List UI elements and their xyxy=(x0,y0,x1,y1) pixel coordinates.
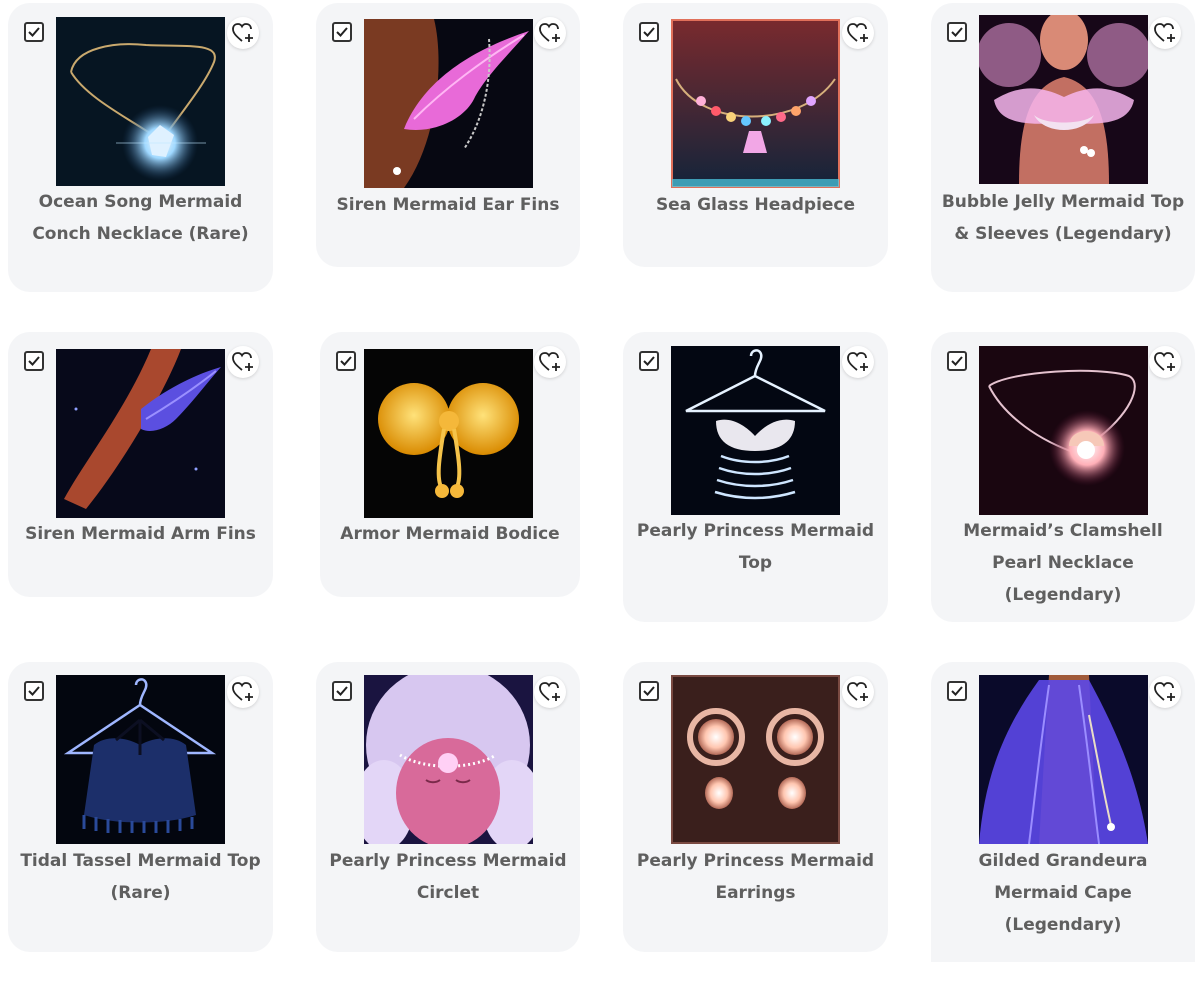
item-title[interactable]: Bubble Jelly Mermaid Top & Sleeves (Lege… xyxy=(941,186,1185,250)
item-title[interactable]: Sea Glass Headpiece xyxy=(633,189,878,221)
item-card[interactable]: Siren Mermaid Ear Fins xyxy=(316,3,580,267)
checkmark-icon xyxy=(951,356,963,366)
item-thumbnail[interactable] xyxy=(671,346,840,515)
pearl-top-on-hanger-image xyxy=(671,346,840,515)
heart-plus-icon xyxy=(539,682,560,701)
item-thumbnail[interactable] xyxy=(979,675,1148,844)
favorite-button[interactable] xyxy=(534,676,566,708)
heart-plus-icon xyxy=(847,682,868,701)
pearl-circlet-image xyxy=(364,675,533,844)
sea-glass-necklace-image xyxy=(671,19,840,188)
item-thumbnail[interactable] xyxy=(56,349,225,518)
item-title[interactable]: Gilded Grandeura Mermaid Cape (Legendary… xyxy=(941,845,1185,941)
item-card[interactable]: Mermaid’s Clamshell Pearl Necklace (Lege… xyxy=(931,332,1195,622)
checkmark-icon xyxy=(643,356,655,366)
checkmark-icon xyxy=(28,686,40,696)
item-thumbnail[interactable] xyxy=(979,346,1148,515)
select-checkbox[interactable] xyxy=(24,681,44,701)
item-title[interactable]: Armor Mermaid Bodice xyxy=(330,518,570,550)
item-title[interactable]: Mermaid’s Clamshell Pearl Necklace (Lege… xyxy=(941,515,1185,611)
item-card[interactable]: Pearly Princess Mermaid Earrings xyxy=(623,662,888,952)
heart-plus-icon xyxy=(539,352,560,371)
select-checkbox[interactable] xyxy=(947,22,967,42)
heart-plus-icon xyxy=(232,682,253,701)
checkmark-icon xyxy=(340,356,352,366)
select-checkbox[interactable] xyxy=(332,681,352,701)
favorite-button[interactable] xyxy=(1149,346,1181,378)
item-title[interactable]: Ocean Song Mermaid Conch Necklace (Rare) xyxy=(18,186,263,250)
checkmark-icon xyxy=(643,686,655,696)
favorite-button[interactable] xyxy=(1149,676,1181,708)
checkmark-icon xyxy=(28,27,40,37)
favorite-button[interactable] xyxy=(534,346,566,378)
item-thumbnail[interactable] xyxy=(56,17,225,186)
checkmark-icon xyxy=(643,27,655,37)
item-title[interactable]: Siren Mermaid Arm Fins xyxy=(18,518,263,550)
select-checkbox[interactable] xyxy=(639,681,659,701)
favorite-button[interactable] xyxy=(534,17,566,49)
heart-plus-icon xyxy=(232,23,253,42)
heart-plus-icon xyxy=(1154,23,1175,42)
favorite-button[interactable] xyxy=(227,17,259,49)
select-checkbox[interactable] xyxy=(639,351,659,371)
item-card[interactable]: Pearly Princess Mermaid Circlet xyxy=(316,662,580,952)
item-title[interactable]: Siren Mermaid Ear Fins xyxy=(326,189,570,221)
favorite-button[interactable] xyxy=(227,676,259,708)
bubble-jelly-top-image xyxy=(979,15,1148,184)
checkmark-icon xyxy=(951,27,963,37)
select-checkbox[interactable] xyxy=(947,681,967,701)
item-card[interactable]: Pearly Princess Mermaid Top xyxy=(623,332,888,622)
pearl-earrings-image xyxy=(671,675,840,844)
item-card[interactable]: Tidal Tassel Mermaid Top (Rare) xyxy=(8,662,273,952)
favorite-button[interactable] xyxy=(842,346,874,378)
clamshell-necklace-image xyxy=(979,346,1148,515)
item-thumbnail[interactable] xyxy=(56,675,225,844)
item-card[interactable]: Siren Mermaid Arm Fins xyxy=(8,332,273,597)
heart-plus-icon xyxy=(847,23,868,42)
item-thumbnail[interactable] xyxy=(364,19,533,188)
favorite-button[interactable] xyxy=(1149,17,1181,49)
golden-bodice-image xyxy=(364,349,533,518)
checkmark-icon xyxy=(336,686,348,696)
checkmark-icon xyxy=(336,27,348,37)
item-card[interactable]: Ocean Song Mermaid Conch Necklace (Rare) xyxy=(8,3,273,292)
conch-necklace-image xyxy=(56,17,225,186)
arm-fins-image xyxy=(56,349,225,518)
item-thumbnail[interactable] xyxy=(671,19,840,188)
favorite-button[interactable] xyxy=(842,676,874,708)
heart-plus-icon xyxy=(232,352,253,371)
heart-plus-icon xyxy=(1154,682,1175,701)
tassel-top-on-hanger-image xyxy=(56,675,225,844)
mermaid-cape-image xyxy=(979,675,1148,844)
heart-plus-icon xyxy=(1154,352,1175,371)
heart-plus-icon xyxy=(539,23,560,42)
select-checkbox[interactable] xyxy=(336,351,356,371)
item-card[interactable]: Armor Mermaid Bodice xyxy=(320,332,580,597)
select-checkbox[interactable] xyxy=(639,22,659,42)
item-card[interactable]: Sea Glass Headpiece xyxy=(623,3,888,267)
select-checkbox[interactable] xyxy=(332,22,352,42)
checkmark-icon xyxy=(28,356,40,366)
item-card[interactable]: Gilded Grandeura Mermaid Cape (Legendary… xyxy=(931,662,1195,962)
item-title[interactable]: Pearly Princess Mermaid Circlet xyxy=(326,845,570,909)
item-thumbnail[interactable] xyxy=(364,349,533,518)
item-title[interactable]: Pearly Princess Mermaid Earrings xyxy=(633,845,878,909)
select-checkbox[interactable] xyxy=(24,22,44,42)
item-thumbnail[interactable] xyxy=(671,675,840,844)
item-thumbnail[interactable] xyxy=(364,675,533,844)
favorite-button[interactable] xyxy=(227,346,259,378)
ear-fins-image xyxy=(364,19,533,188)
heart-plus-icon xyxy=(847,352,868,371)
item-title[interactable]: Pearly Princess Mermaid Top xyxy=(633,515,878,579)
select-checkbox[interactable] xyxy=(24,351,44,371)
item-title[interactable]: Tidal Tassel Mermaid Top (Rare) xyxy=(18,845,263,909)
checkmark-icon xyxy=(951,686,963,696)
item-thumbnail[interactable] xyxy=(979,15,1148,184)
favorite-button[interactable] xyxy=(842,17,874,49)
select-checkbox[interactable] xyxy=(947,351,967,371)
item-card[interactable]: Bubble Jelly Mermaid Top & Sleeves (Lege… xyxy=(931,3,1195,292)
